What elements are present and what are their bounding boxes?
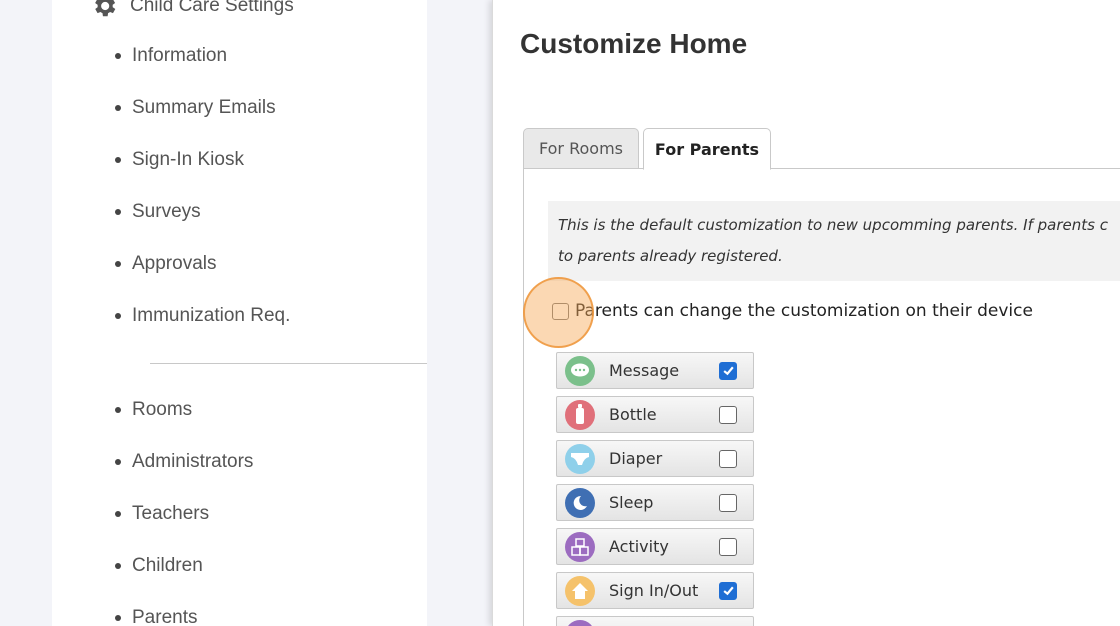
card-activity: Activity (556, 528, 754, 565)
card-label-sleep: Sleep (609, 493, 654, 512)
info-line-2: to parents already registered. (558, 247, 783, 265)
card-diaper: Diaper (556, 440, 754, 477)
diaper-checkbox[interactable] (719, 449, 737, 468)
card-label-sign-in-out: Sign In/Out (609, 581, 699, 600)
card-sign-in-out: Sign In/Out (556, 572, 754, 609)
info-notice: This is the default customization to new… (548, 201, 1120, 281)
home-icon (565, 575, 595, 606)
permission-checkbox[interactable] (552, 302, 569, 320)
card-label-diaper: Diaper (609, 449, 663, 468)
sidebar-item-parents[interactable]: Parents (114, 607, 197, 626)
card-message: Message (556, 352, 754, 389)
card-partial (556, 616, 754, 626)
message-checkbox[interactable] (719, 361, 737, 380)
settings-sidebar: Child Care Settings Information Summary … (52, 0, 427, 626)
page-title: Customize Home (520, 28, 748, 59)
sidebar-item-surveys[interactable]: Surveys (115, 201, 201, 223)
card-label-message: Message (609, 361, 680, 380)
customize-home-panel: Customize Home For Rooms For Parents Thi… (492, 0, 1120, 626)
card-sleep: Sleep (556, 484, 754, 521)
tab-panel-parents: This is the default customization to new… (523, 168, 1120, 626)
sidebar-item-information[interactable]: Information (114, 45, 227, 67)
sidebar-item-rooms[interactable]: Rooms (114, 399, 192, 421)
sidebar-item-summary-emails[interactable]: Summary Emails (115, 97, 276, 119)
bottle-checkbox[interactable] (719, 405, 737, 424)
sidebar-item-immunization[interactable]: Immunization Req. (114, 305, 290, 327)
sidebar-item-approvals[interactable]: Approvals (115, 253, 217, 275)
sidebar-item-teachers[interactable]: Teachers (114, 503, 209, 525)
card-label-activity: Activity (609, 537, 669, 556)
gear-icon (95, 0, 116, 17)
permission-row: Parents can change the customization on … (552, 301, 1033, 321)
sidebar-item-children[interactable]: Children (115, 555, 203, 577)
card-bottle: Bottle (556, 396, 754, 433)
bottle-icon (565, 399, 595, 430)
tab-for-parents[interactable]: For Parents (643, 128, 771, 170)
info-line-1: This is the default customization to new… (558, 216, 1108, 234)
sidebar-item-sign-in-kiosk[interactable]: Sign-In Kiosk (115, 149, 244, 171)
activity-checkbox[interactable] (719, 537, 737, 556)
sleep-icon (565, 487, 595, 518)
sidebar-header-label: Child Care Settings (130, 0, 294, 16)
permission-label: Parents can change the customization on … (575, 301, 1033, 321)
sleep-checkbox[interactable] (719, 493, 737, 512)
tab-for-rooms[interactable]: For Rooms (523, 128, 639, 168)
sidebar-header[interactable]: Child Care Settings (90, 0, 294, 20)
sidebar-divider (150, 363, 427, 364)
message-icon (565, 355, 595, 386)
sign-in-out-checkbox[interactable] (719, 581, 737, 600)
sidebar-item-administrators[interactable]: Administrators (114, 451, 253, 473)
diaper-icon (565, 443, 595, 474)
activity-icon (565, 531, 595, 562)
card-label-bottle: Bottle (609, 405, 657, 424)
partial-card-icon (565, 619, 595, 626)
